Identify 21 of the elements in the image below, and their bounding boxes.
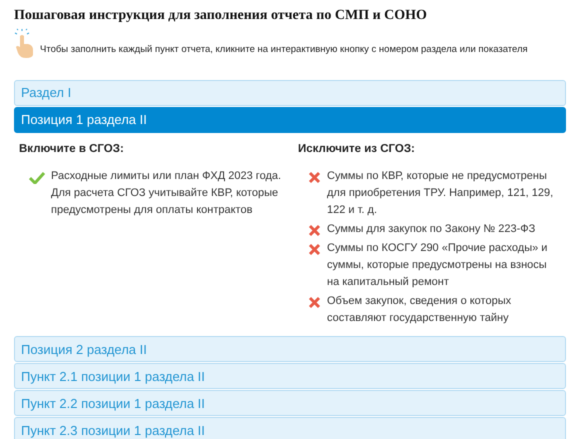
accordion-header[interactable]: Пункт 2.1 позиции 1 раздела II <box>14 363 566 390</box>
cross-icon <box>308 243 321 256</box>
criteria-text: Суммы для закупок по Закону № 223-ФЗ <box>327 222 536 238</box>
column-heading: Исключите из СГОЗ: <box>298 142 416 157</box>
accordion-header[interactable]: Раздел I <box>14 80 566 106</box>
instruction-hint: Чтобы заполнить каждый пункт отчета, кликните на интерактивную кнопку с номером раздела или показателя <box>40 42 528 57</box>
pointing-hand-icon <box>14 28 36 58</box>
cross-icon <box>308 171 321 184</box>
accordion-header[interactable]: Пункт 2.2 позиции 1 раздела II <box>14 390 566 416</box>
accordion-header[interactable]: Позиция 2 раздела II <box>14 336 566 362</box>
criteria-text: Суммы по КОСГУ 290 «Прочие расходы» и суммы, которые предусмотрены на взносы на капитальный ремонт <box>327 241 548 290</box>
check-icon <box>29 171 45 184</box>
cross-icon <box>308 296 321 310</box>
column-heading: Включите в СГОЗ: <box>19 142 125 157</box>
cross-icon <box>308 224 321 238</box>
page-title: Пошаговая инструкция для заполнения отчета по СМП и СОНО <box>14 7 428 25</box>
criteria-text: Объем закупок, сведения о которых составляют государственную тайну <box>327 294 512 326</box>
criteria-text: Суммы по КВР, которые не предусмотрены для приобретения ТРУ. Например, 121, 129, 122 и т. д. <box>327 169 554 218</box>
accordion-header[interactable]: Пункт 2.3 позиции 1 раздела II <box>14 417 566 439</box>
accordion-header[interactable]: Позиция 1 раздела II <box>14 107 566 133</box>
criteria-text: Расходные лимиты или план ФХД 2023 года. Для расчета СГОЗ учитывайте КВР, которые предусмотрены для оплаты контрактов <box>51 169 282 218</box>
